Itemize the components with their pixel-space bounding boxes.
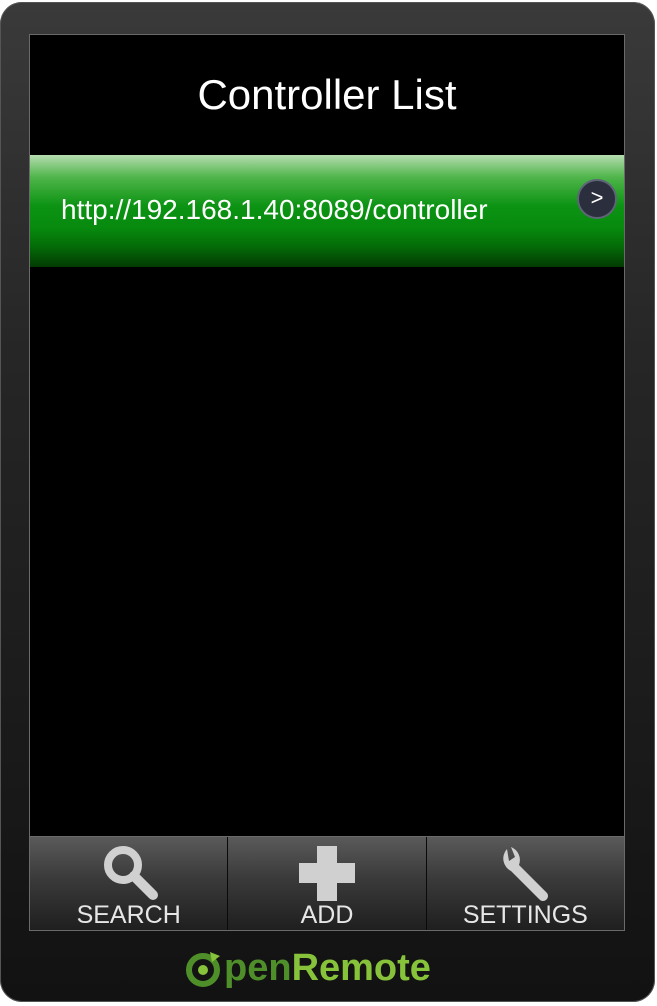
tab-settings-label: SETTINGS <box>462 901 588 929</box>
tab-add-label: ADD <box>300 901 354 929</box>
controller-list-item[interactable]: http://192.168.1.40:8089/controller > <box>30 155 624 267</box>
device-frame: Controller List http://192.168.1.40:8089… <box>0 2 655 1002</box>
openremote-logo: penRemote <box>184 946 484 990</box>
page-title: Controller List <box>197 71 457 118</box>
power-o-icon <box>186 952 220 987</box>
tab-bar: SEARCH ADD SETTINGS <box>30 836 624 930</box>
tab-add[interactable]: ADD <box>228 837 427 930</box>
plus-icon <box>298 846 355 901</box>
wrench-icon <box>503 847 549 901</box>
screen: Controller List http://192.168.1.40:8089… <box>29 34 625 931</box>
tab-search-label: SEARCH <box>76 901 181 929</box>
chevron-right-icon[interactable]: > <box>577 179 617 219</box>
search-icon <box>103 846 158 900</box>
controller-url: http://192.168.1.40:8089/controller <box>61 194 488 225</box>
tab-search[interactable]: SEARCH <box>30 837 229 930</box>
logo-text: penRemote <box>224 947 431 989</box>
tab-settings[interactable]: SETTINGS <box>426 837 624 930</box>
